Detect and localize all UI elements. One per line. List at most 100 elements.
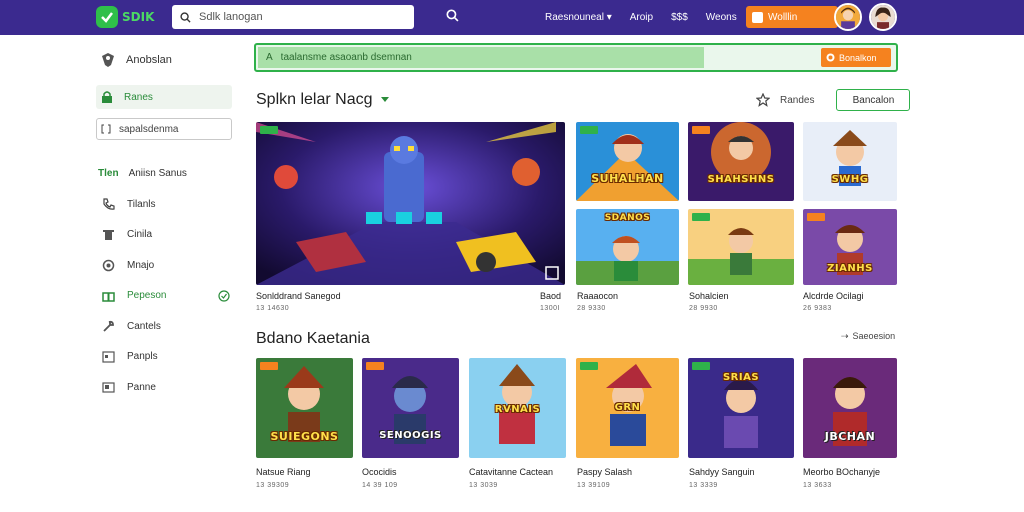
game-tile[interactable]: SWHG xyxy=(803,122,897,201)
tile-caption: GRN xyxy=(614,402,641,413)
sidebar-item-cinila[interactable]: Cinila xyxy=(96,220,232,251)
tile-badge xyxy=(580,362,598,370)
game-tile[interactable]: SRIAS xyxy=(688,358,794,458)
game-tile[interactable]: GRN xyxy=(576,358,679,458)
sidebar-item-pepeson[interactable]: Pepeson xyxy=(96,281,232,312)
tile-caption: JBCHAN xyxy=(824,430,876,443)
tile-meta: 13 3039 xyxy=(469,482,498,489)
sidebar-item-label: Mnajo xyxy=(127,259,155,271)
game-tile[interactable]: SENOOGIS xyxy=(362,358,459,458)
tile-badge xyxy=(692,362,710,370)
check-circle-icon xyxy=(218,290,230,302)
tile-badge xyxy=(580,126,598,134)
app-logo[interactable]: SDIK xyxy=(96,6,154,28)
tile-caption: SRIAS xyxy=(722,372,760,383)
see-all-label: Saeoesion xyxy=(852,331,896,341)
promo-banner: A Bonalkon xyxy=(254,43,898,72)
sort-label[interactable]: Randes xyxy=(780,95,814,106)
tile-caption: SHAHSHNS xyxy=(707,174,775,185)
refresh-icon xyxy=(102,259,115,271)
nav-link-weons[interactable]: Weons xyxy=(706,12,737,23)
search-icon[interactable] xyxy=(446,9,459,22)
top-nav: Raesnouneal ▾ Aroip $$$ Weons xyxy=(545,0,737,35)
banner-button[interactable]: Bonalkon xyxy=(821,48,891,67)
tile-meta: 28 9930 xyxy=(689,305,718,312)
tile-badge xyxy=(692,126,710,134)
phone-icon xyxy=(103,198,115,210)
sidebar-item-label: Tilanls xyxy=(127,198,156,210)
tile-meta: 13 39309 xyxy=(256,482,290,489)
trash-icon xyxy=(103,230,114,241)
sidebar-filter-field[interactable]: sapalsdenma xyxy=(96,118,232,140)
featured-main-meta: 13 14630 xyxy=(256,305,290,312)
featured-main-tile[interactable] xyxy=(256,122,565,285)
game-tile[interactable]: JBCHAN xyxy=(803,358,897,458)
nav-link-region[interactable]: Raesnouneal ▾ xyxy=(545,12,612,23)
sidebar-item-label: Ranes xyxy=(124,91,153,103)
tile-name: Catavitanne Cactean xyxy=(469,467,554,477)
sidebar-item-mnajo[interactable]: Mnajo xyxy=(96,250,232,281)
tile-name: Raaaocon xyxy=(577,291,619,301)
tile-name: Sohalcien xyxy=(689,291,729,301)
star-icon[interactable] xyxy=(756,93,770,107)
search-box[interactable] xyxy=(172,5,414,29)
sidebar-item-cantels[interactable]: Cantels xyxy=(96,311,232,342)
section-tag: Tlen xyxy=(98,168,119,179)
bracket-icon xyxy=(101,124,111,134)
location-pin-icon xyxy=(102,53,114,67)
gift-icon xyxy=(102,292,115,302)
nav-link-aroip[interactable]: Aroip xyxy=(630,12,653,23)
tile-meta: 14 39 109 xyxy=(362,482,398,489)
tile-meta: 13 3633 xyxy=(803,482,832,489)
game-tile[interactable]: SDANOS xyxy=(576,209,679,285)
sidebar-item-panne[interactable]: Panne xyxy=(96,372,232,403)
game-tile[interactable]: SUIEGONS xyxy=(256,358,353,458)
game-tile[interactable]: RVNAIS xyxy=(469,358,566,458)
avatar[interactable] xyxy=(834,3,862,31)
tile-caption: SUIEGONS xyxy=(270,430,339,443)
banner-input[interactable] xyxy=(280,52,681,63)
featured-section-title[interactable]: Splkn lelar Nacg xyxy=(256,91,389,109)
tile-name: Sahdyy Sanguin xyxy=(689,467,755,477)
search-input[interactable] xyxy=(199,11,399,23)
game-tile[interactable]: SHAHSHNS xyxy=(688,122,794,201)
logo-text: SDIK xyxy=(122,10,155,24)
nav-link-prices[interactable]: $$$ xyxy=(671,12,688,23)
tile-caption: ZIANHS xyxy=(827,263,873,274)
sidebar-item-ranes[interactable]: Ranes xyxy=(96,85,232,109)
sidebar-item-label: Cantels xyxy=(127,320,161,332)
tile-caption: SENOOGIS xyxy=(379,430,442,441)
sidebar-header[interactable]: Anobslan xyxy=(96,45,232,75)
chevron-down-icon xyxy=(380,97,389,102)
recent-section-title: Bdano Kaetania xyxy=(256,330,370,348)
game-tile[interactable]: SUHALHAN xyxy=(576,122,679,201)
see-all-link[interactable]: ⇢ Saeoesion xyxy=(841,331,895,342)
top-cta-button[interactable]: Wolllin xyxy=(746,6,838,28)
avatar[interactable] xyxy=(869,3,897,31)
sidebar-section-header: Tlen Aniisn Sanus xyxy=(96,168,232,179)
tile-badge xyxy=(366,362,384,370)
game-tile[interactable]: ZIANHS xyxy=(803,209,897,285)
banner-button-label: Bonalkon xyxy=(839,52,877,63)
tile-caption: RVNAIS xyxy=(494,404,541,415)
tile-badge xyxy=(260,126,278,134)
sidebar-item-panpls[interactable]: Panpls xyxy=(96,342,232,373)
featured-action-button[interactable]: Bancalon xyxy=(836,89,911,111)
tile-name: Alcdrde Ocilagi xyxy=(803,291,864,301)
lock-icon xyxy=(102,91,112,103)
sidebar-item-tilanls[interactable]: Tilanls xyxy=(96,189,232,220)
tile-name: Ococidis xyxy=(362,467,397,477)
featured-main-name: Sonlddrand Sanegod xyxy=(256,291,341,301)
section-label: Aniisn Sanus xyxy=(128,168,187,179)
sidebar-item-label: Cinila xyxy=(127,229,153,241)
tile-caption: SDANOS xyxy=(604,213,651,223)
top-bar: SDIK Raesnouneal ▾ Aroip $$$ Weons Wolll… xyxy=(0,0,1024,35)
banner-input-area[interactable]: A xyxy=(258,47,704,68)
search-icon xyxy=(180,11,191,23)
calendar-icon xyxy=(102,351,115,363)
letter-a-icon: A xyxy=(266,52,273,63)
sidebar: Anobslan Ranes sapalsdenma Tlen Aniisn S… xyxy=(96,45,232,403)
game-tile[interactable] xyxy=(688,209,794,285)
featured-main-right-name: Baod xyxy=(540,291,562,301)
tile-badge xyxy=(807,213,825,221)
